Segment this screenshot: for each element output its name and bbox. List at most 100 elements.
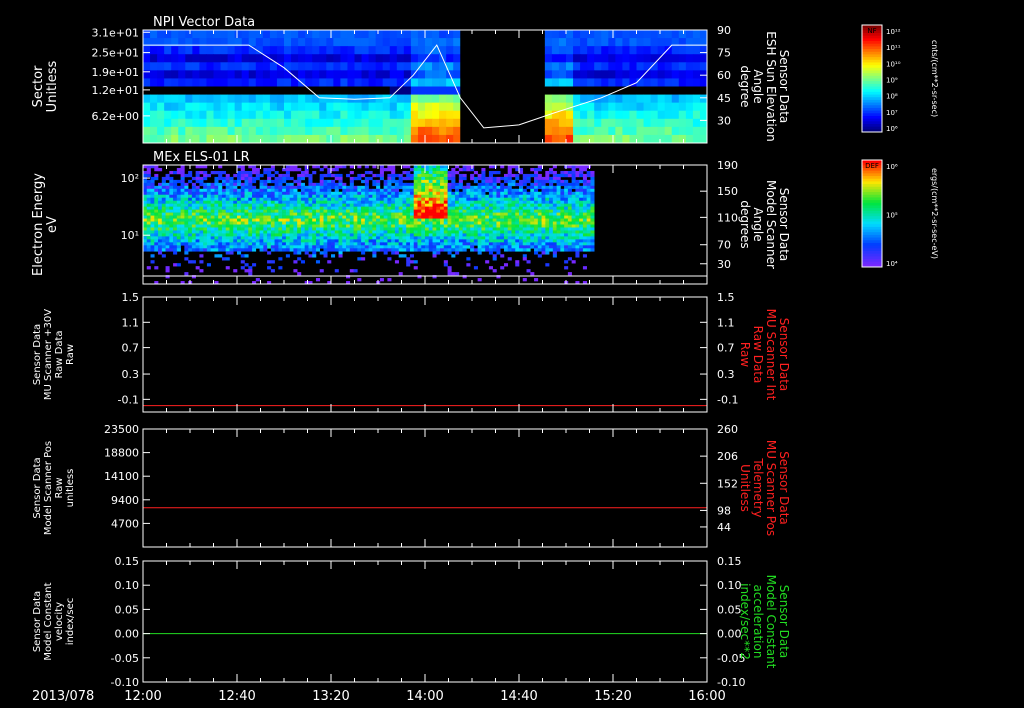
els-cell — [549, 245, 554, 249]
els-cell — [191, 185, 196, 190]
els-cell — [507, 170, 512, 175]
els-cell — [210, 212, 215, 216]
els-cell — [218, 197, 223, 201]
left-tick-label: 0.7 — [122, 342, 140, 355]
npi-cell — [396, 134, 405, 144]
npi-cell — [382, 46, 391, 55]
els-cell — [176, 185, 181, 190]
time-axis: 2013/078 12:00 12:40 13:20 14:00 14:40 15:20 16… — [32, 689, 726, 704]
els-cell — [541, 194, 546, 199]
els-cell — [447, 185, 452, 190]
els-cell — [552, 191, 557, 196]
els-cell — [579, 245, 584, 249]
els-cell — [432, 230, 437, 234]
els-cell — [285, 170, 290, 175]
els-cell — [560, 209, 565, 213]
els-cell — [421, 215, 426, 219]
left-tick-label: 6.2e+00 — [92, 110, 139, 123]
els-cell — [237, 239, 242, 243]
els-cell — [274, 191, 279, 196]
els-cell — [402, 176, 407, 181]
els-cell — [409, 203, 415, 207]
npi-cell — [220, 102, 229, 112]
npi-cell — [425, 78, 433, 87]
els-cell — [571, 215, 576, 219]
els-cell — [206, 227, 211, 231]
els-cell — [451, 182, 456, 187]
npi-cell — [284, 102, 292, 112]
els-cell — [361, 203, 366, 207]
npi-cell — [678, 110, 687, 120]
time-tick-label: 14:00 — [406, 689, 443, 704]
els-cell — [252, 194, 257, 199]
els-cell — [161, 215, 166, 219]
els-cell — [285, 206, 290, 210]
els-cell — [503, 179, 509, 184]
els-cell — [402, 242, 407, 246]
els-cell — [492, 185, 497, 190]
els-cell — [255, 200, 260, 204]
els-cell — [564, 266, 569, 270]
els-cell — [417, 194, 422, 199]
els-cell — [462, 167, 467, 172]
els-cell — [409, 221, 415, 225]
els-cell — [586, 197, 591, 201]
els-cell — [470, 188, 475, 193]
npi-cell — [375, 118, 384, 128]
els-cell — [244, 170, 249, 175]
els-cell — [191, 260, 196, 264]
els-cell — [323, 248, 328, 252]
npi-cell — [389, 118, 398, 128]
els-cell — [537, 203, 542, 207]
npi-cell — [319, 118, 327, 128]
els-cell — [225, 251, 230, 255]
els-cell — [161, 188, 166, 193]
els-cell — [221, 179, 227, 184]
els-cell — [154, 191, 159, 196]
els-cell — [158, 239, 163, 243]
npi-cell — [580, 30, 588, 39]
els-cell — [428, 245, 433, 249]
els-cell — [240, 197, 245, 201]
els-cell — [173, 242, 178, 246]
npi-cell — [227, 102, 236, 112]
npi-cell — [368, 134, 377, 144]
els-cell — [488, 221, 493, 225]
els-cell — [586, 248, 591, 252]
els-cell — [199, 218, 204, 222]
els-cell — [500, 194, 505, 199]
els-cell — [237, 194, 242, 199]
els-cell — [331, 179, 336, 184]
els-cell — [440, 242, 445, 246]
els-cell — [575, 191, 580, 196]
els-cell — [537, 206, 542, 210]
els-cell — [218, 209, 223, 213]
els-cell — [368, 224, 373, 228]
npi-cell — [566, 38, 574, 47]
els-cell — [180, 188, 185, 193]
els-cell — [221, 197, 227, 201]
npi-cell — [580, 94, 588, 104]
els-cell — [361, 191, 366, 196]
npi-cell — [220, 30, 229, 39]
npi-cell — [361, 70, 370, 79]
els-cell — [233, 248, 238, 252]
els-cell — [210, 209, 215, 213]
els-cell — [477, 245, 482, 249]
els-cell — [425, 182, 430, 187]
els-cell — [432, 242, 437, 246]
npi-cell — [255, 86, 264, 96]
els-cell — [402, 206, 407, 210]
els-cell — [402, 230, 407, 234]
els-cell — [530, 206, 535, 210]
els-cell — [338, 209, 343, 213]
els-cell — [357, 191, 362, 196]
npi-cell — [403, 118, 412, 128]
els-cell — [233, 188, 238, 193]
els-cell — [342, 215, 347, 219]
els-cell — [173, 227, 178, 231]
els-cell — [248, 170, 253, 175]
els-cell — [315, 224, 321, 228]
npi-cell — [284, 86, 292, 96]
els-cell — [323, 194, 328, 199]
